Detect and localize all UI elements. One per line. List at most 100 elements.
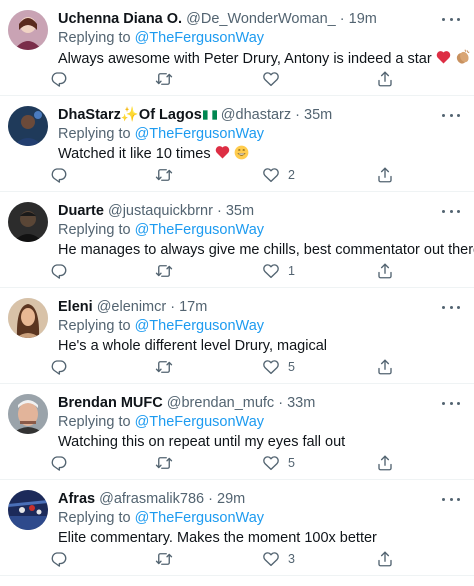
heart-icon	[263, 456, 279, 471]
reply-button[interactable]	[50, 70, 68, 88]
red-heart-emoji-icon	[215, 146, 229, 159]
retweet-button[interactable]	[155, 358, 173, 376]
reply-icon	[51, 264, 67, 279]
user-handle[interactable]: @elenimcr	[97, 299, 167, 315]
tweet-body: Watching this on repeat until my eyes fa…	[58, 434, 346, 450]
reply-tweet[interactable]: Duarte @justaquickbrnr · 35m Replying to…	[0, 192, 474, 288]
mention-link[interactable]: @TheFergusonWay	[135, 126, 264, 142]
share-button[interactable]	[376, 358, 394, 376]
display-name[interactable]: Uchenna Diana O.	[58, 11, 182, 27]
tweet-actions: 3	[50, 550, 464, 568]
retweet-button[interactable]	[155, 550, 173, 568]
tweet-actions	[50, 70, 464, 88]
user-handle[interactable]: @dhastarz	[221, 107, 291, 123]
timestamp[interactable]: 17m	[179, 299, 207, 315]
share-button[interactable]	[376, 262, 394, 280]
display-name[interactable]: Afras	[58, 491, 95, 507]
tweet-body: He's a whole different level Drury, magi…	[58, 338, 327, 354]
more-options-icon[interactable]	[442, 300, 460, 314]
like-count: 5	[288, 456, 295, 470]
like-button[interactable]	[262, 70, 288, 88]
display-name[interactable]: Eleni	[58, 299, 93, 315]
retweet-button[interactable]	[155, 166, 173, 184]
replying-to: Replying to @TheFergusonWay	[58, 509, 460, 528]
reply-tweet[interactable]: Uchenna Diana O. @De_WonderWoman_ · 19m …	[0, 0, 474, 96]
more-options-icon[interactable]	[442, 108, 460, 122]
retweet-button[interactable]	[155, 262, 173, 280]
user-handle[interactable]: @justaquickbrnr	[108, 203, 213, 219]
like-button[interactable]: 3	[262, 550, 295, 568]
tweet-actions: 1	[50, 262, 464, 280]
display-name[interactable]: Duarte	[58, 203, 104, 219]
more-options-icon[interactable]	[442, 204, 460, 218]
avatar[interactable]	[8, 394, 48, 434]
reply-tweet[interactable]: Eleni @elenimcr · 17m Replying to @TheFe…	[0, 288, 474, 384]
reply-tweet[interactable]: DhaStarz✨Of Lagos @dhastarz · 35m Replyi…	[0, 96, 474, 192]
share-button[interactable]	[376, 70, 394, 88]
reply-icon	[51, 360, 67, 375]
reply-icon	[51, 168, 67, 183]
timestamp[interactable]: 29m	[217, 491, 245, 507]
tweet-text: He's a whole different level Drury, magi…	[58, 337, 460, 356]
retweet-icon	[155, 265, 173, 277]
retweet-icon	[155, 361, 173, 373]
timestamp[interactable]: 33m	[287, 395, 315, 411]
tweet-header: Brendan MUFC @brendan_mufc · 33m	[58, 394, 460, 412]
mention-link[interactable]: @TheFergusonWay	[135, 222, 264, 238]
tweet-header: Eleni @elenimcr · 17m	[58, 298, 460, 316]
reply-tweet[interactable]: Brendan MUFC @brendan_mufc · 33m Replyin…	[0, 384, 474, 480]
share-button[interactable]	[376, 454, 394, 472]
display-name[interactable]: DhaStarz✨Of Lagos	[58, 107, 217, 123]
avatar[interactable]	[8, 490, 48, 530]
retweet-button[interactable]	[155, 70, 173, 88]
timestamp[interactable]: 19m	[349, 11, 377, 27]
avatar[interactable]	[8, 10, 48, 50]
retweet-icon	[155, 457, 173, 469]
like-button[interactable]: 1	[262, 262, 295, 280]
separator: ·	[278, 395, 284, 411]
reply-button[interactable]	[50, 358, 68, 376]
like-button[interactable]: 5	[262, 454, 295, 472]
more-options-icon[interactable]	[442, 12, 460, 26]
mention-link[interactable]: @TheFergusonWay	[135, 510, 264, 526]
reply-button[interactable]	[50, 166, 68, 184]
avatar[interactable]	[8, 106, 48, 146]
mention-link[interactable]: @TheFergusonWay	[135, 318, 264, 334]
timestamp[interactable]: 35m	[304, 107, 332, 123]
retweet-icon	[155, 73, 173, 85]
tweet-body: He manages to always give me chills, bes…	[58, 242, 474, 258]
like-button[interactable]: 2	[262, 166, 295, 184]
avatar[interactable]	[8, 202, 48, 242]
retweet-icon	[155, 169, 173, 181]
heart-icon	[263, 168, 279, 183]
user-handle[interactable]: @brendan_mufc	[167, 395, 274, 411]
display-name-text: DhaStarz	[58, 107, 121, 123]
like-count: 1	[288, 264, 295, 278]
retweet-icon	[155, 553, 173, 565]
tweet-text: Always awesome with Peter Drury, Antony …	[58, 49, 470, 69]
share-button[interactable]	[376, 550, 394, 568]
share-icon	[378, 455, 392, 471]
more-options-icon[interactable]	[442, 492, 460, 506]
tweet-header: Duarte @justaquickbrnr · 35m	[58, 202, 460, 220]
more-options-icon[interactable]	[442, 396, 460, 410]
replying-to-label: Replying to	[58, 414, 131, 430]
heart-icon	[263, 552, 279, 567]
share-button[interactable]	[376, 166, 394, 184]
reply-button[interactable]	[50, 550, 68, 568]
retweet-button[interactable]	[155, 454, 173, 472]
user-handle[interactable]: @afrasmalik786	[99, 491, 204, 507]
avatar[interactable]	[8, 298, 48, 338]
reply-tweet[interactable]: Afras @afrasmalik786 · 29m Replying to @…	[0, 480, 474, 576]
mention-link[interactable]: @TheFergusonWay	[135, 30, 264, 46]
reply-button[interactable]	[50, 454, 68, 472]
timestamp[interactable]: 35m	[226, 203, 254, 219]
user-handle[interactable]: @De_WonderWoman_	[186, 11, 336, 27]
separator: ·	[295, 107, 301, 123]
reply-icon	[51, 552, 67, 567]
like-button[interactable]: 5	[262, 358, 295, 376]
reply-button[interactable]	[50, 262, 68, 280]
display-name[interactable]: Brendan MUFC	[58, 395, 163, 411]
grinning-face-emoji-icon	[234, 145, 249, 160]
mention-link[interactable]: @TheFergusonWay	[135, 414, 264, 430]
